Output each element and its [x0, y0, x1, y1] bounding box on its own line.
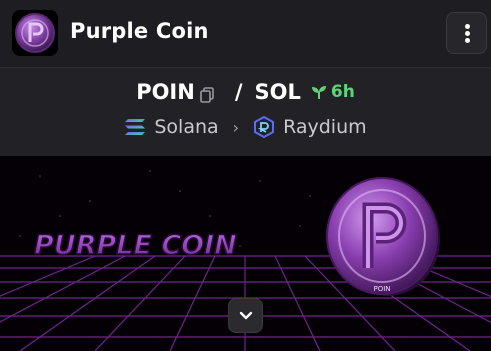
token-header: Purple Coin [0, 0, 491, 68]
chain-link[interactable]: Solana [154, 116, 218, 138]
sprout-icon [311, 86, 326, 99]
pair-separator: / [234, 80, 243, 104]
pair-row: POIN / SOL 6h [0, 80, 491, 104]
pair-age-label: 6h [330, 82, 355, 102]
token-logo [12, 10, 58, 56]
coin-label: POIN [373, 285, 390, 293]
copy-icon[interactable] [199, 84, 215, 103]
quote-token-symbol: SOL [254, 80, 301, 104]
solana-icon [125, 119, 146, 135]
pair-age: 6h [311, 82, 355, 102]
more-options-button[interactable] [446, 12, 487, 54]
raydium-icon [254, 116, 275, 138]
pair-info: POIN / SOL 6h Solana › Raydium [0, 68, 491, 156]
base-token-symbol: POIN [136, 80, 195, 104]
expand-banner-button[interactable] [228, 298, 263, 333]
chevron-right-icon: › [232, 117, 240, 137]
chain-dex-breadcrumb: Solana › Raydium [0, 116, 491, 138]
more-vertical-icon [465, 24, 470, 29]
dex-link[interactable]: Raydium [283, 116, 367, 138]
chevron-down-icon [239, 311, 252, 319]
token-title: Purple Coin [70, 19, 209, 43]
banner-title: PURPLE COIN [34, 230, 237, 261]
